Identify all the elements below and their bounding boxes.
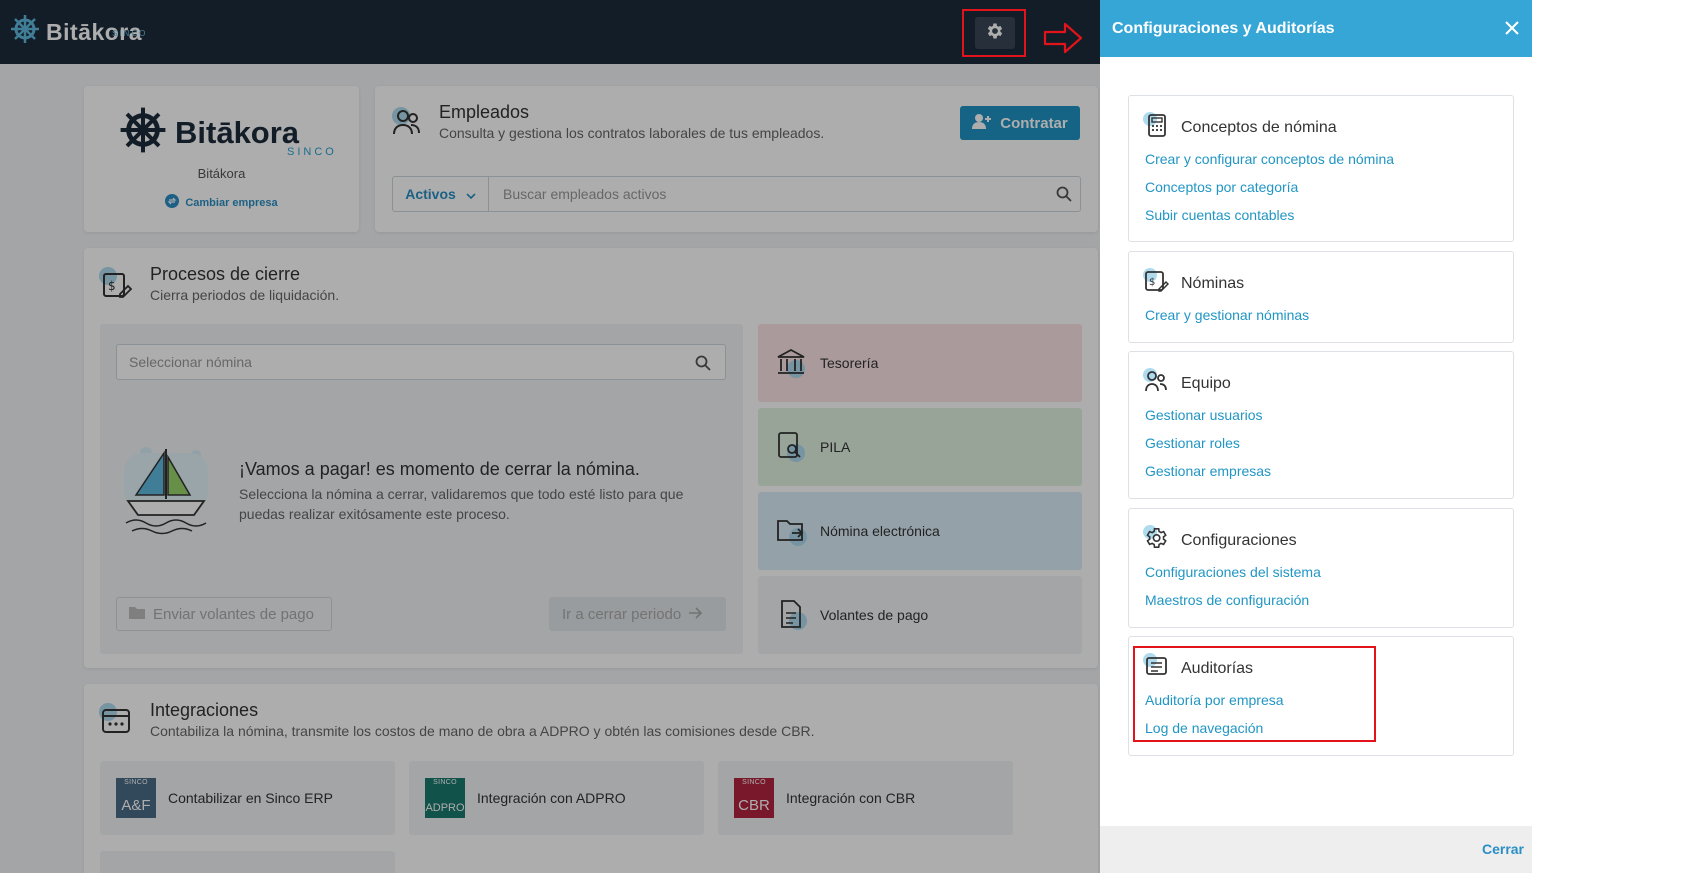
section-payroll-concepts: Conceptos de nómina Crear y configurar c… <box>1128 95 1514 242</box>
link-settings-masters[interactable]: Maestros de configuración <box>1145 586 1321 614</box>
section-settings-title: Configuraciones <box>1143 525 1297 556</box>
audits-highlight <box>1133 646 1376 742</box>
section-team-links: Gestionar usuarios Gestionar roles Gesti… <box>1145 401 1271 485</box>
panel-title: Configuraciones y Auditorías <box>1112 19 1335 37</box>
settings-highlight <box>962 9 1026 57</box>
screen: Bitākora SINCO Bitākora SINCO Bitákora C… <box>0 0 1704 873</box>
link-manage-payrolls[interactable]: Crear y gestionar nóminas <box>1145 301 1309 329</box>
link-manage-roles[interactable]: Gestionar roles <box>1145 429 1271 457</box>
link-manage-users[interactable]: Gestionar usuarios <box>1145 401 1271 429</box>
link-create-payroll-concepts[interactable]: Crear y configurar conceptos de nómina <box>1145 145 1394 173</box>
settings-panel: Configuraciones y Auditorías Conceptos d… <box>1100 0 1532 873</box>
section-payrolls-links: Crear y gestionar nóminas <box>1145 301 1309 329</box>
section-payroll-concepts-title: Conceptos de nómina <box>1143 112 1337 143</box>
section-settings: Configuraciones Configuraciones del sist… <box>1128 508 1514 628</box>
people-icon <box>1143 368 1169 399</box>
panel-header: Configuraciones y Auditorías <box>1100 0 1532 57</box>
section-payrolls-title: $ Nóminas <box>1143 268 1244 299</box>
svg-text:$: $ <box>1149 277 1155 288</box>
section-payrolls: $ Nóminas Crear y gestionar nóminas <box>1128 251 1514 343</box>
close-button[interactable]: Cerrar <box>1482 841 1524 857</box>
arrow-right-icon <box>1043 22 1083 59</box>
calculator-icon <box>1143 112 1169 143</box>
background-app: Bitākora SINCO Bitākora SINCO Bitákora C… <box>0 0 1100 873</box>
close-icon[interactable] <box>1500 16 1524 40</box>
section-team: Equipo Gestionar usuarios Gestionar role… <box>1128 351 1514 499</box>
section-settings-links: Configuraciones del sistema Maestros de … <box>1145 558 1321 614</box>
link-concepts-by-category[interactable]: Conceptos por categoría <box>1145 173 1394 201</box>
gear-icon <box>1143 525 1169 556</box>
modal-backdrop[interactable] <box>0 0 1100 873</box>
link-system-settings[interactable]: Configuraciones del sistema <box>1145 558 1321 586</box>
money-document-icon: $ <box>1143 268 1170 299</box>
panel-footer: Cerrar <box>1100 826 1532 873</box>
section-team-title: Equipo <box>1143 368 1231 399</box>
link-manage-companies[interactable]: Gestionar empresas <box>1145 457 1271 485</box>
section-payroll-concepts-links: Crear y configurar conceptos de nómina C… <box>1145 145 1394 229</box>
link-upload-accounts[interactable]: Subir cuentas contables <box>1145 201 1394 229</box>
